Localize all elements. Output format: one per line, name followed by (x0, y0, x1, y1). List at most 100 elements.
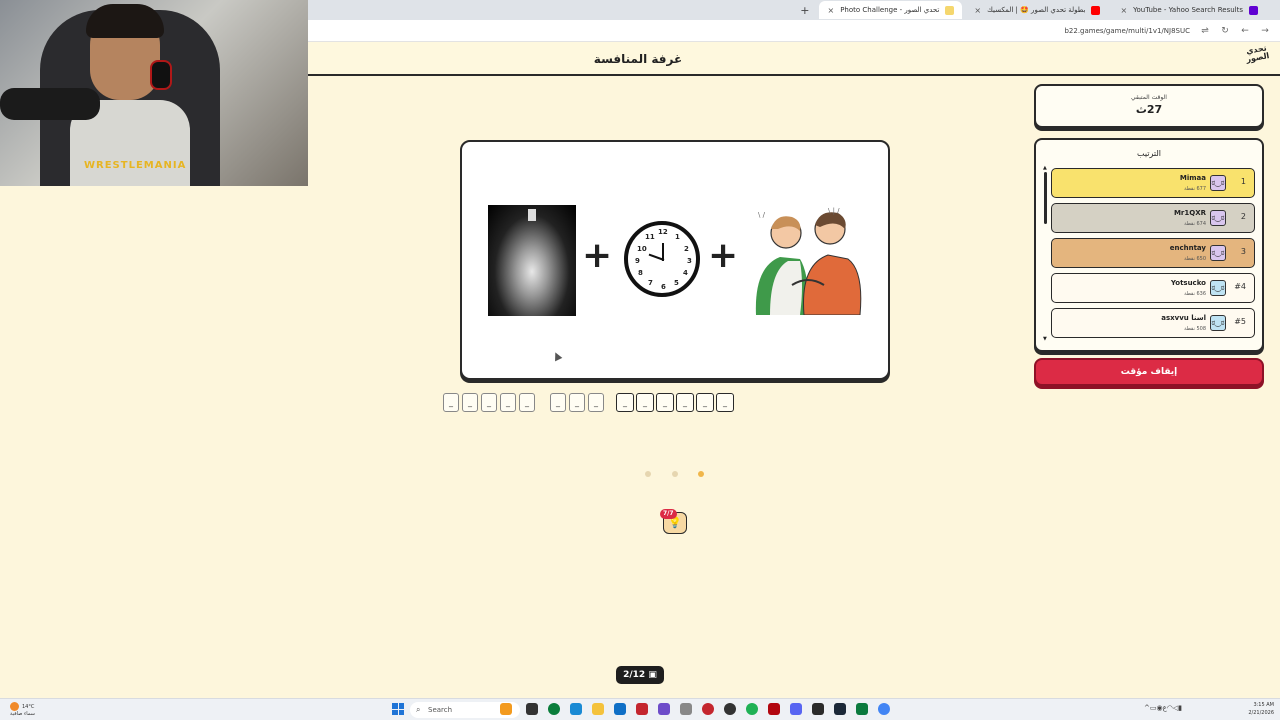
leaderboard-scrollbar[interactable] (1044, 172, 1047, 224)
clock-widget[interactable]: 3:15 AM 2/21/2026 (1248, 701, 1274, 717)
letter-slot[interactable]: _ (550, 393, 566, 412)
system-tray[interactable]: ^▭◉ع◠◁▮ (1144, 704, 1182, 712)
app-icon[interactable] (856, 703, 868, 715)
app-icon[interactable] (702, 703, 714, 715)
letter-slot[interactable]: _ (481, 393, 497, 412)
terminal-icon[interactable] (812, 703, 824, 715)
clock-number: 12 (658, 228, 668, 236)
player-avatar: ಠ‿ಠ (1210, 280, 1226, 296)
progress-dot-active (698, 471, 704, 477)
search-icon: ⌕ (416, 705, 421, 714)
letter-slot[interactable]: _ (443, 393, 459, 412)
timer-value: 27ث (1135, 103, 1163, 116)
windows-taskbar: 14°C سماء صافية ⌕ Search ^▭◉ع◠◁▮ 3:15 AM… (0, 698, 1280, 720)
player-rank: 2 (1240, 212, 1246, 221)
player-rank: 1 (1240, 177, 1246, 186)
puzzle-card: + 12 1 2 3 4 5 6 7 8 9 10 11 + \ | / \ / (460, 140, 890, 380)
plus-icon: + (708, 235, 739, 276)
letter-slot[interactable]: _ (462, 393, 478, 412)
alley-door (528, 209, 536, 221)
letter-slot[interactable]: _ (616, 393, 634, 412)
whatsapp-icon[interactable] (746, 703, 758, 715)
letter-slot[interactable]: _ (569, 393, 585, 412)
tab-tournament[interactable]: × بطولة تحدي الصور 🤩 | المكسيك (966, 1, 1108, 19)
discord-icon[interactable] (790, 703, 802, 715)
clock-image: 12 1 2 3 4 5 6 7 8 9 10 11 (624, 221, 700, 297)
leaderboard-row: #4 ಠ‿ಠ Yotsucko 636 نقطة (1051, 273, 1255, 303)
store-icon[interactable] (614, 703, 626, 715)
clock-number: 3 (687, 257, 692, 265)
clock-number: 8 (638, 269, 643, 277)
leaderboard: الترتيب ▲ ▼ 1 ಠ‿ಠ Mimaa 677 نقطة 2 ಠ‿ಠ M… (1034, 138, 1264, 352)
letter-slot[interactable]: _ (636, 393, 654, 412)
close-tab-icon[interactable]: × (1120, 6, 1127, 15)
taskbar-app-icon[interactable] (500, 703, 512, 715)
mcafee-icon[interactable] (636, 703, 648, 715)
shirt-logo: WRESTLEMANIA (84, 160, 187, 171)
app-icon[interactable] (724, 703, 736, 715)
weather-icon (10, 702, 19, 711)
close-tab-icon[interactable]: × (974, 6, 981, 15)
player-points: 650 نقطة (1184, 256, 1206, 262)
timer-label: الوقت المتبقي (1131, 94, 1167, 101)
clock-number: 2 (684, 245, 689, 253)
leaderboard-title: الترتيب (1137, 149, 1161, 158)
tab-label: Photo Challenge - تحدي الصور (840, 6, 940, 14)
player-rank: #4 (1234, 282, 1246, 291)
leaderboard-row: 2 ಠ‿ಠ Mr1QXR 674 نقطة (1051, 203, 1255, 233)
plus-icon: + (582, 235, 613, 276)
player-avatar: ಠ‿ಠ (1210, 175, 1226, 191)
letter-slot[interactable]: _ (500, 393, 516, 412)
scroll-down-icon[interactable]: ▼ (1043, 336, 1047, 342)
letter-slot[interactable]: _ (656, 393, 674, 412)
player-avatar: ಠ‿ಠ (1210, 245, 1226, 261)
game-header (308, 42, 1280, 76)
clock-number: 5 (674, 279, 679, 287)
game-logo[interactable]: تحدي الصور (1241, 43, 1275, 75)
app-icon[interactable] (658, 703, 670, 715)
alley-image (488, 205, 576, 316)
taskbar-time: 3:15 AM (1253, 702, 1274, 708)
tab-photo-challenge[interactable]: × Photo Challenge - تحدي الصور (819, 1, 963, 19)
leaderboard-row: 3 ಠ‿ಠ enchntay 650 نقطة (1051, 238, 1255, 268)
file-explorer-icon[interactable] (592, 703, 604, 715)
letter-slot[interactable]: _ (716, 393, 734, 412)
tab-yahoo-search[interactable]: × YouTube - Yahoo Search Results (1112, 1, 1266, 19)
player-avatar: ಠ‿ಠ (1210, 315, 1226, 331)
weather-desc: سماء صافية (10, 711, 35, 717)
yahoo-icon (1249, 5, 1258, 15)
player-rank: #5 (1234, 317, 1246, 326)
letter-slot[interactable]: _ (519, 393, 535, 412)
battery-icon[interactable]: ▮ (1178, 704, 1182, 712)
letter-slot[interactable]: _ (696, 393, 714, 412)
steam-icon[interactable] (834, 703, 846, 715)
copilot-icon[interactable] (570, 703, 582, 715)
chrome-icon[interactable] (878, 703, 890, 715)
close-tab-icon[interactable]: × (827, 6, 834, 15)
netflix-icon[interactable] (768, 703, 780, 715)
letter-slot[interactable]: _ (588, 393, 604, 412)
leaderboard-row: #5 ಠ‿ಠ asxvvu اسنا 508 نقطة (1051, 308, 1255, 338)
tune-icon[interactable]: ⇌ (1200, 26, 1210, 36)
letter-slot[interactable]: _ (676, 393, 694, 412)
pause-timer-button[interactable]: إيقاف مؤقت (1034, 358, 1264, 386)
forward-icon[interactable]: → (1260, 26, 1270, 36)
clock-number: 10 (637, 245, 647, 253)
windows-start-icon[interactable] (392, 703, 404, 715)
url-field[interactable]: b22.games/game/multi/1v1/NJ8SUC (1064, 27, 1190, 35)
scroll-up-icon[interactable]: ▲ (1043, 165, 1047, 171)
youtube-icon (1091, 5, 1101, 15)
player-points: 636 نقطة (1184, 291, 1206, 297)
new-tab-button[interactable]: + (800, 4, 809, 17)
reload-icon[interactable]: ↻ (1220, 26, 1230, 36)
back-icon[interactable]: ← (1240, 26, 1250, 36)
player-avatar: ಠ‿ಠ (1210, 210, 1226, 226)
task-view-icon[interactable] (526, 703, 538, 715)
network-icon[interactable]: ▭ (1150, 704, 1157, 712)
weather-widget[interactable]: 14°C سماء صافية (10, 702, 35, 718)
clock-number: 7 (648, 279, 653, 287)
taskbar-date: 2/21/2026 (1248, 710, 1274, 716)
edge-icon[interactable] (548, 703, 560, 715)
settings-icon[interactable] (680, 703, 692, 715)
tab-favicon-icon (945, 5, 955, 15)
